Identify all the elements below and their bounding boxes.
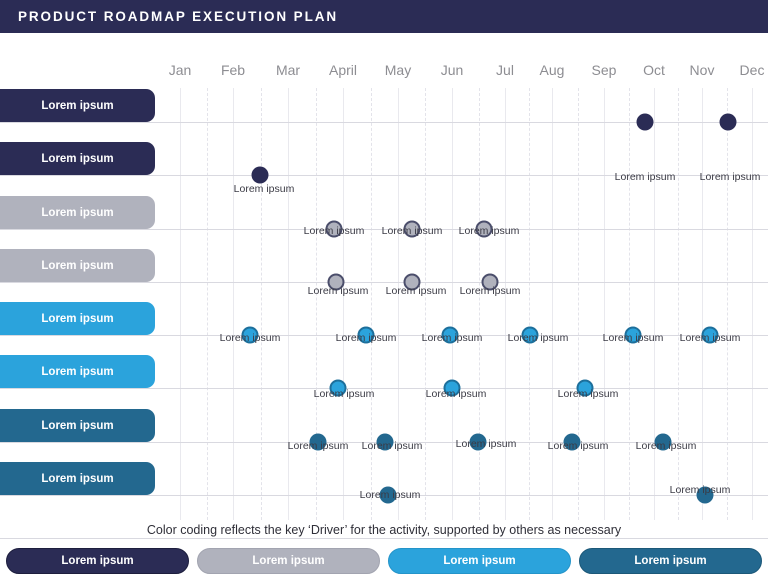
gridline-april bbox=[343, 88, 344, 520]
milestone-label: Lorem ipsum bbox=[699, 171, 761, 183]
milestone-label: Lorem ipsum bbox=[361, 440, 423, 452]
milestone-label: Lorem ipsum bbox=[635, 440, 697, 452]
milestone-label: Lorem ipsum bbox=[679, 332, 741, 344]
gridline-minor bbox=[727, 88, 728, 520]
row-divider bbox=[0, 388, 768, 389]
gridline-minor bbox=[478, 88, 480, 520]
milestone-label: Lorem ipsum bbox=[219, 332, 281, 344]
milestone-label: Lorem ipsum bbox=[385, 285, 447, 297]
gridline-minor bbox=[260, 88, 262, 520]
month-label-may: May bbox=[384, 62, 412, 78]
gridline-aug bbox=[552, 88, 553, 520]
row-pill-label: Lorem ipsum bbox=[41, 419, 114, 432]
gridline-may bbox=[398, 88, 399, 520]
legend-item-label: Lorem ipsum bbox=[252, 555, 325, 567]
legend-item-label: Lorem ipsum bbox=[61, 555, 134, 567]
milestone-label: Lorem ipsum bbox=[307, 285, 369, 297]
gridline-nov bbox=[702, 88, 703, 520]
month-label-sep: Sep bbox=[591, 62, 617, 78]
gridline-oct bbox=[654, 88, 655, 520]
row-pill-label: Lorem ipsum bbox=[41, 259, 114, 272]
gridline-feb bbox=[233, 88, 234, 520]
milestone-label: Lorem ipsum bbox=[287, 440, 349, 452]
milestone-label: Lorem ipsum bbox=[421, 332, 483, 344]
page-title: PRODUCT ROADMAP EXECUTION PLAN bbox=[18, 9, 339, 24]
row-pill-label: Lorem ipsum bbox=[41, 312, 114, 325]
gridline-dec bbox=[752, 88, 753, 520]
legend-item-4[interactable]: Lorem ipsum bbox=[579, 548, 762, 574]
milestone-label: Lorem ipsum bbox=[313, 388, 375, 400]
month-label-jun: Jun bbox=[440, 62, 464, 78]
month-label-feb: Feb bbox=[220, 62, 246, 78]
month-label-jan: Jan bbox=[168, 62, 192, 78]
gridline-sep bbox=[604, 88, 605, 520]
month-label-nov: Nov bbox=[689, 62, 715, 78]
milestone-label: Lorem ipsum bbox=[557, 388, 619, 400]
month-label-oct: Oct bbox=[643, 62, 665, 78]
milestone-label: Lorem ipsum bbox=[459, 285, 521, 297]
month-label-dec: Dec bbox=[739, 62, 765, 78]
color-coding-note: Color coding reflects the key ‘Driver’ f… bbox=[146, 523, 622, 537]
milestone-dot[interactable] bbox=[636, 113, 654, 131]
gridline-mar bbox=[288, 88, 289, 520]
title-bar: PRODUCT ROADMAP EXECUTION PLAN bbox=[0, 0, 768, 33]
month-label-aug: Aug bbox=[539, 62, 565, 78]
gridline-minor bbox=[315, 88, 317, 520]
row-divider bbox=[0, 282, 768, 283]
legend-item-label: Lorem ipsum bbox=[443, 555, 516, 567]
row-pill-1[interactable]: Lorem ipsum bbox=[0, 89, 155, 122]
gridline-minor bbox=[528, 88, 530, 520]
month-label-jul: Jul bbox=[496, 62, 514, 78]
row-pill-8[interactable]: Lorem ipsum bbox=[0, 462, 155, 495]
milestone-dot[interactable] bbox=[719, 113, 737, 131]
legend-item-3[interactable]: Lorem ipsum bbox=[388, 548, 571, 574]
row-pill-7[interactable]: Lorem ipsum bbox=[0, 409, 155, 442]
row-pill-2[interactable]: Lorem ipsum bbox=[0, 142, 155, 175]
milestone-label: Lorem ipsum bbox=[602, 332, 664, 344]
gridline-jun bbox=[452, 88, 453, 520]
row-pill-4[interactable]: Lorem ipsum bbox=[0, 249, 155, 282]
roadmap-chart: Jan Feb Mar April May Jun Jul Aug Sep Oct Nov Dec L… bbox=[0, 33, 768, 539]
milestone-label: Lorem ipsum bbox=[507, 332, 569, 344]
row-pill-3[interactable]: Lorem ipsum bbox=[0, 196, 155, 229]
milestone-label: Lorem ipsum bbox=[359, 489, 421, 501]
milestone-label: Lorem ipsum bbox=[425, 388, 487, 400]
row-pill-label: Lorem ipsum bbox=[41, 206, 114, 219]
milestone-label: Lorem ipsum bbox=[335, 332, 397, 344]
month-label-april: April bbox=[328, 62, 358, 78]
milestone-label: Lorem ipsum bbox=[547, 440, 609, 452]
gridline-minor bbox=[629, 88, 630, 520]
gridline-minor bbox=[678, 88, 679, 520]
row-pill-label: Lorem ipsum bbox=[41, 472, 114, 485]
milestone-dot[interactable] bbox=[251, 166, 269, 184]
row-pill-label: Lorem ipsum bbox=[41, 152, 114, 165]
month-axis: Jan Feb Mar April May Jun Jul Aug Sep Oct Nov Dec bbox=[0, 33, 768, 78]
milestone-label: Lorem ipsum bbox=[669, 484, 731, 496]
milestone-label: Lorem ipsum bbox=[381, 225, 443, 237]
gridline-minor bbox=[425, 88, 426, 520]
gridline-minor bbox=[370, 88, 372, 520]
legend-item-1[interactable]: Lorem ipsum bbox=[6, 548, 189, 574]
milestone-label: Lorem ipsum bbox=[303, 225, 365, 237]
gridline-minor bbox=[206, 88, 208, 520]
milestone-label: Lorem ipsum bbox=[455, 438, 517, 450]
row-divider bbox=[0, 538, 768, 539]
row-pill-6[interactable]: Lorem ipsum bbox=[0, 355, 155, 388]
gridline-jan bbox=[180, 88, 181, 520]
milestone-label: Lorem ipsum bbox=[233, 183, 295, 195]
legend-item-2[interactable]: Lorem ipsum bbox=[197, 548, 380, 574]
row-pill-label: Lorem ipsum bbox=[41, 365, 114, 378]
milestone-label: Lorem ipsum bbox=[614, 171, 676, 183]
legend: Lorem ipsum Lorem ipsum Lorem ipsum Lorem i… bbox=[0, 546, 768, 576]
milestone-label: Lorem ipsum bbox=[458, 225, 520, 237]
gridline-minor bbox=[578, 88, 579, 520]
gridline-jul bbox=[505, 88, 506, 520]
legend-item-label: Lorem ipsum bbox=[634, 555, 707, 567]
row-pill-5[interactable]: Lorem ipsum bbox=[0, 302, 155, 335]
row-pill-label: Lorem ipsum bbox=[41, 99, 114, 112]
month-label-mar: Mar bbox=[275, 62, 301, 78]
